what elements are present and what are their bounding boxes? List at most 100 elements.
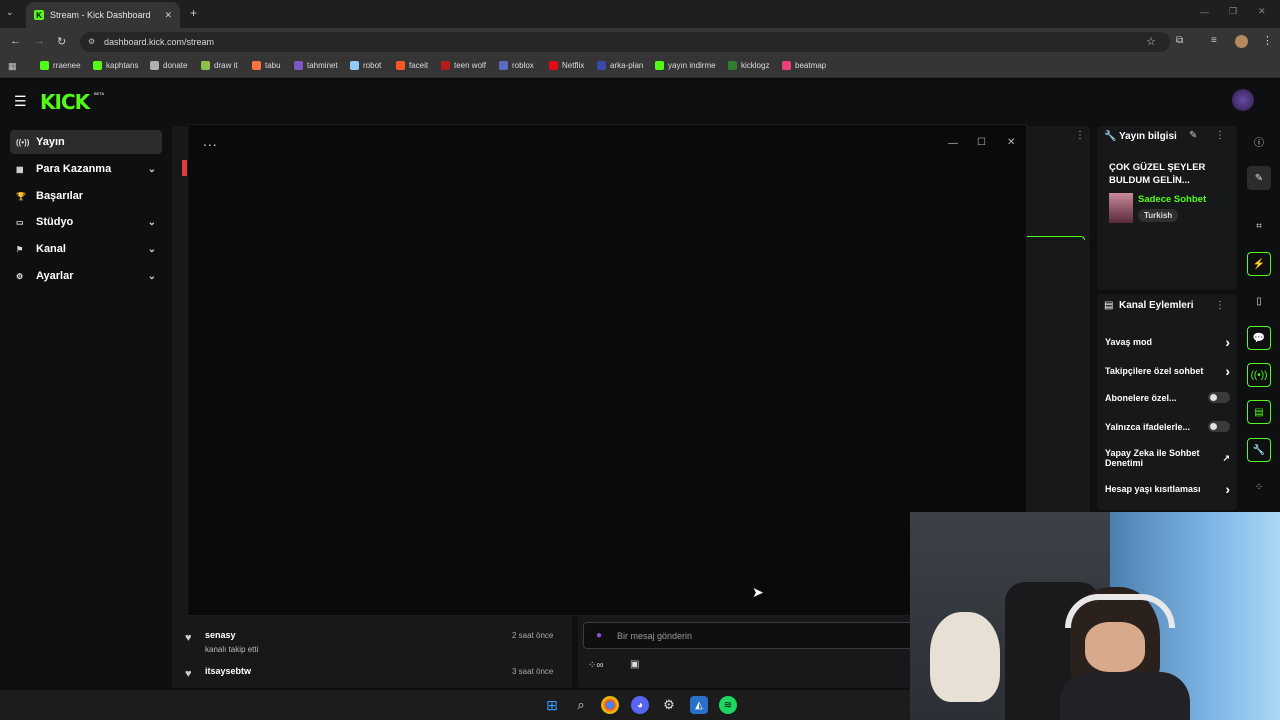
pencil-icon[interactable]: ✎ bbox=[1247, 166, 1271, 190]
emote-infinity-icon[interactable]: ⁘∞ bbox=[588, 660, 604, 671]
bookmark-item[interactable]: Netflix bbox=[549, 61, 584, 70]
sidebar-item-label: Yayın bbox=[36, 136, 65, 148]
browser-tab[interactable]: K Stream - Kick Dashboard ✕ bbox=[26, 2, 180, 28]
activity-user-1[interactable]: senasy bbox=[205, 630, 236, 640]
sidebar-item-label: Para Kazanma bbox=[36, 163, 112, 175]
close-window-icon[interactable]: ✕ bbox=[1258, 6, 1266, 17]
sidebar-item-label: Ayarlar bbox=[36, 270, 74, 282]
user-avatar[interactable] bbox=[1232, 89, 1254, 111]
dots-network-icon[interactable]: ⁘ bbox=[1247, 475, 1271, 499]
bookmark-item[interactable]: roblox bbox=[499, 61, 534, 70]
category-thumbnail[interactable] bbox=[1109, 193, 1133, 223]
bookmark-label: donate bbox=[163, 61, 188, 70]
bookmark-item[interactable]: rraenee bbox=[40, 61, 81, 70]
popup-window[interactable]: ... — ☐ ✕ bbox=[187, 124, 1027, 616]
broadcast-icon: ((•)) bbox=[16, 137, 30, 147]
bookmark-label: draw it bbox=[214, 61, 238, 70]
bookmark-item[interactable]: kicklogz bbox=[728, 61, 769, 70]
reload-icon[interactable]: ↻ bbox=[57, 35, 66, 48]
channel-actions-title: Kanal Eylemleri bbox=[1119, 300, 1194, 311]
store-icon[interactable]: ▣ bbox=[630, 659, 639, 670]
sidebar-item-yay-n[interactable]: ((•)) Yayın bbox=[10, 130, 162, 154]
bookmark-favicon-icon bbox=[294, 61, 303, 70]
channel-action-row[interactable]: Takipçilere özel sohbet › bbox=[1105, 363, 1230, 379]
sidebar-item-para-kazanma[interactable]: ▦ Para Kazanma ⌄ bbox=[10, 157, 162, 181]
chrome-icon[interactable] bbox=[601, 696, 619, 714]
windows-start-icon[interactable]: ⊞ bbox=[543, 696, 561, 714]
site-info-icon[interactable]: ⚙ bbox=[88, 37, 95, 46]
chevron-right-icon: › bbox=[1225, 363, 1230, 379]
search-icon[interactable]: ⌕ bbox=[572, 696, 590, 714]
channel-action-row[interactable]: Yalnızca ifadelerle... bbox=[1105, 421, 1230, 432]
forward-icon[interactable]: → bbox=[34, 35, 45, 47]
stream-info-menu-icon[interactable]: ⋮ bbox=[1215, 130, 1225, 141]
tab-close-icon[interactable]: ✕ bbox=[164, 10, 172, 21]
edit-icon[interactable]: ✎ bbox=[1189, 130, 1197, 141]
info-icon[interactable]: ⓘ bbox=[1247, 129, 1271, 153]
sidebar-item-kanal[interactable]: ⚑ Kanal ⌄ bbox=[10, 237, 162, 261]
sidebar-item-st-dyo[interactable]: ▭ Stüdyo ⌄ bbox=[10, 210, 162, 234]
category-name[interactable]: Sadece Sohbet bbox=[1138, 194, 1206, 205]
bookmark-item[interactable]: tabu bbox=[252, 61, 281, 70]
profile-avatar[interactable] bbox=[1235, 35, 1248, 48]
settings-app-icon[interactable]: ⚙ bbox=[660, 696, 678, 714]
bookmark-item[interactable]: yayın indirme bbox=[655, 61, 716, 70]
hamburger-menu-icon[interactable]: ☰ bbox=[14, 93, 27, 110]
bookmark-item[interactable]: draw it bbox=[201, 61, 238, 70]
lightning-icon[interactable]: ⚡ bbox=[1247, 252, 1271, 276]
channel-action-row[interactable]: Yavaş mod › bbox=[1105, 334, 1230, 350]
browser-menu-icon[interactable]: ⋮ bbox=[1262, 34, 1273, 47]
bookmark-item[interactable]: faceit bbox=[396, 61, 428, 70]
discord-icon[interactable]: ◕ bbox=[631, 696, 649, 714]
back-icon[interactable]: ← bbox=[10, 35, 21, 47]
chat-input[interactable]: ● Bir mesaj gönderin bbox=[583, 622, 913, 649]
media-controls-icon[interactable]: ≡ bbox=[1211, 35, 1217, 46]
gear-icon: ⚙ bbox=[16, 271, 24, 281]
layout-icon[interactable]: ▤ bbox=[1247, 400, 1271, 424]
channel-action-row[interactable]: Yapay Zeka ile Sohbet Denetimi ↗ bbox=[1105, 448, 1230, 468]
bookmark-favicon-icon bbox=[201, 61, 210, 70]
document-icon[interactable]: ▯ bbox=[1247, 289, 1271, 313]
extensions-icon[interactable]: ⧉ bbox=[1176, 35, 1183, 46]
crop-icon[interactable]: ⌗ bbox=[1247, 214, 1271, 238]
browser-tab-bar: ⌄ K Stream - Kick Dashboard ✕ + — ❐ ✕ bbox=[0, 0, 1280, 28]
chat-bubble-icon[interactable]: 💬 bbox=[1247, 326, 1271, 350]
bookmark-label: rraenee bbox=[53, 61, 81, 70]
channel-action-row[interactable]: Hesap yaşı kısıtlaması › bbox=[1105, 481, 1230, 497]
broadcast-icon[interactable]: ((•)) bbox=[1247, 363, 1271, 387]
bookmark-item[interactable]: robot bbox=[350, 61, 381, 70]
panel-menu-icon[interactable]: ⋮ bbox=[1075, 130, 1085, 141]
address-bar[interactable]: ⚙ dashboard.kick.com/stream ☆ bbox=[80, 32, 1170, 52]
sidebar-item-ayarlar[interactable]: ⚙ Ayarlar ⌄ bbox=[10, 264, 162, 288]
microphone-icon[interactable]: ● bbox=[596, 630, 602, 641]
tab-list-chevron-icon[interactable]: ⌄ bbox=[6, 7, 14, 18]
bookmark-item[interactable]: tahminet bbox=[294, 61, 338, 70]
bookmark-star-icon[interactable]: ☆ bbox=[1146, 35, 1156, 48]
spotify-icon[interactable]: ≋ bbox=[719, 696, 737, 714]
bookmark-label: kaphtans bbox=[106, 61, 139, 70]
window-menu-icon[interactable]: ... bbox=[203, 133, 218, 149]
popup-maximize-icon[interactable]: ☐ bbox=[977, 137, 986, 148]
external-link-icon[interactable]: ↗ bbox=[1222, 453, 1230, 464]
minimize-window-icon[interactable]: — bbox=[1200, 7, 1209, 17]
channel-action-row[interactable]: Abonelere özel... bbox=[1105, 392, 1230, 403]
bookmark-item[interactable]: donate bbox=[150, 61, 187, 70]
bookmark-item[interactable]: arka-plan bbox=[597, 61, 643, 70]
activity-user-2[interactable]: itsaysebtw bbox=[205, 666, 251, 676]
toggle-switch[interactable] bbox=[1208, 392, 1230, 403]
toggle-switch[interactable] bbox=[1208, 421, 1230, 432]
bookmark-item[interactable]: beatmap bbox=[782, 61, 826, 70]
bookmark-label: tahminet bbox=[307, 61, 338, 70]
new-tab-icon[interactable]: + bbox=[190, 6, 197, 20]
sidebar-item-ba-ar-lar[interactable]: 🏆 Başarılar bbox=[10, 184, 162, 208]
wrench-icon[interactable]: 🔧 bbox=[1247, 438, 1271, 462]
apps-grid-icon[interactable]: ▦ bbox=[8, 61, 17, 72]
photos-icon[interactable]: ◭ bbox=[690, 696, 708, 714]
bookmark-item[interactable]: kaphtans bbox=[93, 61, 138, 70]
bookmark-item[interactable]: teen wolf bbox=[441, 61, 486, 70]
maximize-window-icon[interactable]: ❐ bbox=[1229, 6, 1237, 17]
kick-logo[interactable]: KICK bbox=[40, 90, 90, 114]
channel-actions-menu-icon[interactable]: ⋮ bbox=[1215, 300, 1225, 311]
popup-minimize-icon[interactable]: — bbox=[948, 138, 958, 149]
popup-close-icon[interactable]: ✕ bbox=[1007, 137, 1015, 148]
